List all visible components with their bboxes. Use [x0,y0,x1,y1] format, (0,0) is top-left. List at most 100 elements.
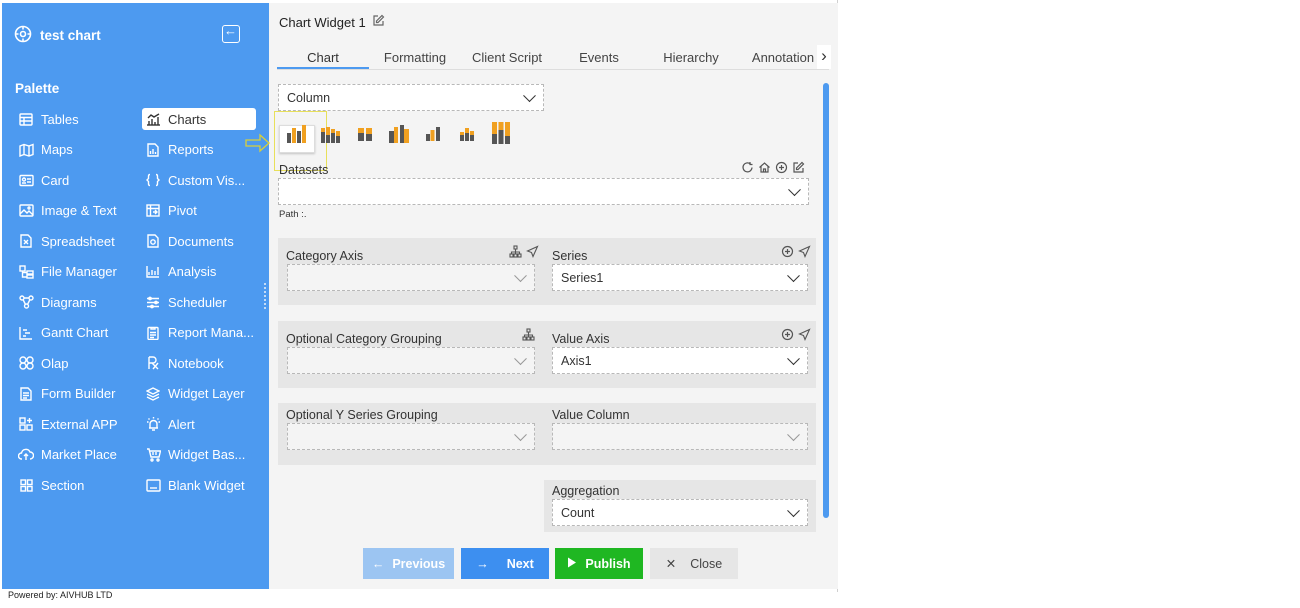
add-circle-icon[interactable] [781,328,794,344]
palette-item-label: Form Builder [41,386,116,401]
next-button[interactable]: → Next [461,548,549,579]
palette-item-widget-layer[interactable]: Widget Layer [142,383,245,405]
refresh-icon[interactable] [741,161,754,177]
palette-item-custom-vis[interactable]: Custom Vis... [142,169,245,191]
add-circle-icon[interactable] [775,161,788,177]
palette-item-charts[interactable]: Charts [142,108,256,130]
palette-item-tables[interactable]: Tables [15,108,79,130]
chart-variant-column-stacked-icon[interactable] [319,121,343,145]
palette-item-label: Market Place [41,447,117,462]
notebook-icon [145,355,161,371]
palette-item-card[interactable]: Card [15,169,69,191]
hierarchy-icon[interactable] [509,245,522,261]
chart-variant-column-clustered-icon[interactable] [285,121,309,145]
cloud-upload-icon [18,447,34,463]
scheduler-icon [145,294,161,310]
palette-item-gantt-chart[interactable]: Gantt Chart [15,322,108,344]
send-icon[interactable] [526,245,539,261]
datasets-select[interactable] [278,178,809,205]
palette-item-label: Scheduler [168,294,227,310]
path-label: Path :. [279,209,307,220]
palette-item-reports[interactable]: Reports [142,139,214,161]
palette-item-analysis[interactable]: Analysis [142,261,216,283]
datasets-label: Datasets [279,163,329,177]
add-circle-icon[interactable] [781,245,794,261]
palette-item-label: Widget Layer [168,386,245,401]
palette-item-scheduler[interactable]: Scheduler [142,291,227,313]
tab-client-script[interactable]: Client Script [461,45,553,69]
app-header: test chart [14,25,101,46]
value-column-select[interactable] [552,423,808,450]
value-axis-select[interactable]: Axis1 [552,347,808,374]
optional-y-series-grouping-select[interactable] [287,423,535,450]
send-icon[interactable] [798,328,811,344]
palette-item-label: Widget Bas... [168,447,246,462]
palette-item-label: Analysis [168,264,217,279]
series-select[interactable]: Series1 [552,264,808,291]
close-label: Close [690,556,723,571]
vertical-scrollbar[interactable] [823,83,829,518]
widget-editor: Chart Widget 1 Chart Formatting Client Scr… [245,3,838,589]
optional-category-grouping-select[interactable] [287,347,535,374]
palette-item-diagrams[interactable]: Diagrams [15,291,97,313]
palette-title: Palette [15,81,60,96]
report-manager-icon [145,325,161,341]
edit-title-icon[interactable] [372,14,385,30]
home-icon[interactable] [758,161,771,177]
chart-variant-column-stacked-wide-icon[interactable] [353,121,377,145]
palette-item-widget-bas[interactable]: Widget Bas... [142,444,245,466]
palette-item-report-mana[interactable]: Report Mana... [142,322,254,344]
palette-item-file-manager[interactable]: File Manager [15,261,117,283]
palette-item-blank-widget[interactable]: Blank Widget [142,474,245,496]
palette-item-pivot[interactable]: Pivot [142,200,197,222]
image-icon [18,203,34,219]
palette-item-section[interactable]: Section [15,474,84,496]
close-button[interactable]: ✕ Close [650,548,738,579]
app-window: test chart Palette Tables Maps Card Image &… [0,0,838,592]
palette-item-label: Tables [41,111,79,127]
resize-handle[interactable] [264,283,267,309]
palette-item-label: File Manager [41,264,117,279]
hierarchy-icon[interactable] [522,328,535,344]
palette-item-label: Section [41,477,85,493]
card-icon [18,172,34,188]
gantt-icon [18,325,34,341]
blank-widget-icon [145,477,161,493]
previous-button[interactable]: ← Previous [363,548,454,579]
chart-variant-column-3d-icon[interactable] [387,121,411,145]
palette-item-image-text[interactable]: Image & Text [15,200,117,222]
spreadsheet-icon [18,233,34,249]
palette-item-alert[interactable]: Alert [142,413,195,435]
close-icon: ✕ [665,557,677,571]
tab-formatting[interactable]: Formatting [369,45,461,69]
tab-events[interactable]: Events [553,45,645,69]
category-axis-select[interactable] [287,264,535,291]
palette-item-spreadsheet[interactable]: Spreadsheet [15,230,115,252]
edit-icon[interactable] [792,161,805,177]
chart-variant-column-100-stacked-icon[interactable] [489,121,513,145]
tabs-next-icon[interactable]: › [817,45,831,69]
chart-variant-column-small-icon[interactable] [421,121,445,145]
pivot-icon [145,203,161,219]
tab-hierarchy[interactable]: Hierarchy [645,45,737,69]
chart-variant-column-stacked-small-icon[interactable] [455,121,479,145]
palette-item-maps[interactable]: Maps [15,139,73,161]
palette-item-olap[interactable]: Olap [15,352,68,374]
tab-chart[interactable]: Chart [277,45,369,69]
section-grid-icon [18,477,34,493]
alert-icon [145,416,161,432]
palette-item-label: Gantt Chart [41,325,109,340]
play-icon [567,557,577,571]
palette-item-market-place[interactable]: Market Place [15,444,117,466]
palette-item-notebook[interactable]: Notebook [142,352,224,374]
palette-item-external-app[interactable]: External APP [15,413,118,435]
palette-item-documents[interactable]: Documents [142,230,234,252]
publish-button[interactable]: Publish [555,548,643,579]
aggregation-select[interactable]: Count [552,499,808,526]
palette-item-form-builder[interactable]: Form Builder [15,383,115,405]
chevron-down-icon [787,503,800,517]
send-icon[interactable] [798,245,811,261]
tab-annotation[interactable]: Annotation [737,45,829,69]
collapse-sidebar-icon[interactable] [222,23,240,43]
chart-type-select[interactable]: Column [278,84,544,111]
